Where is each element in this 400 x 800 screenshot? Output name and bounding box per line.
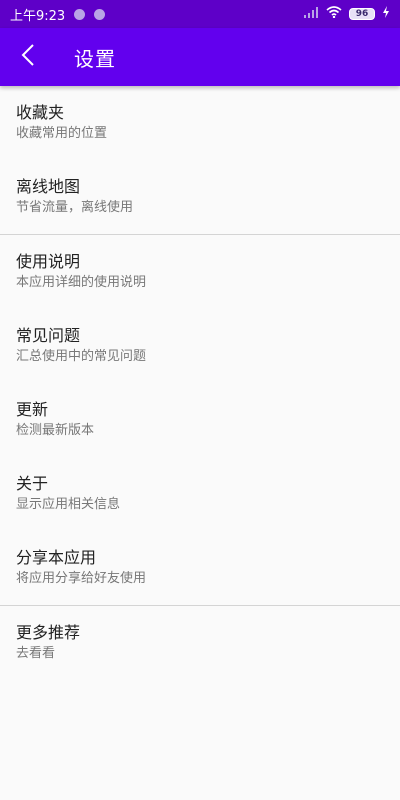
item-subtitle: 去看看 <box>16 646 56 661</box>
item-title: 常见问题 <box>16 326 81 345</box>
item-title: 使用说明 <box>16 252 81 271</box>
charging-icon <box>382 6 390 22</box>
item-subtitle: 汇总使用中的常见问题 <box>16 349 147 364</box>
settings-item-favorites[interactable]: 收藏夹 收藏常用的位置 <box>0 86 400 160</box>
item-subtitle: 检测最新版本 <box>16 423 95 438</box>
settings-item-offline-map[interactable]: 离线地图 节省流量，离线使用 <box>0 160 400 234</box>
settings-item-instructions[interactable]: 使用说明 本应用详细的使用说明 <box>0 235 400 309</box>
back-arrow-icon <box>21 44 35 70</box>
item-title: 分享本应用 <box>16 548 97 567</box>
item-title: 离线地图 <box>16 177 81 196</box>
settings-item-about[interactable]: 关于 显示应用相关信息 <box>0 457 400 531</box>
page-title: 设置 <box>74 46 116 71</box>
signal-icon <box>303 6 319 22</box>
item-title: 收藏夹 <box>16 103 65 122</box>
settings-item-update[interactable]: 更新 检测最新版本 <box>0 383 400 457</box>
notification-dot-icon <box>94 8 106 20</box>
back-button[interactable] <box>0 28 56 86</box>
item-title: 更新 <box>16 400 49 419</box>
settings-item-share[interactable]: 分享本应用 将应用分享给好友使用 <box>0 531 400 605</box>
battery-icon: 96 <box>349 8 375 20</box>
settings-item-faq[interactable]: 常见问题 汇总使用中的常见问题 <box>0 309 400 383</box>
notification-dot-icon <box>74 8 86 20</box>
item-subtitle: 将应用分享给好友使用 <box>16 571 147 586</box>
wifi-icon <box>326 6 342 22</box>
status-time: 上午9:23 <box>10 8 66 24</box>
settings-item-more-recommendations[interactable]: 更多推荐 去看看 <box>0 606 400 680</box>
item-subtitle: 本应用详细的使用说明 <box>16 275 147 290</box>
item-title: 更多推荐 <box>16 623 81 642</box>
item-subtitle: 节省流量，离线使用 <box>16 200 134 215</box>
battery-level: 96 <box>355 8 369 19</box>
settings-list: 收藏夹 收藏常用的位置 离线地图 节省流量，离线使用 使用说明 本应用详细的使用… <box>0 86 400 680</box>
status-bar: 上午9:23 96 <box>0 0 400 28</box>
item-subtitle: 收藏常用的位置 <box>16 126 108 141</box>
item-subtitle: 显示应用相关信息 <box>16 497 121 512</box>
toolbar: 设置 <box>0 28 400 86</box>
item-title: 关于 <box>16 474 49 493</box>
